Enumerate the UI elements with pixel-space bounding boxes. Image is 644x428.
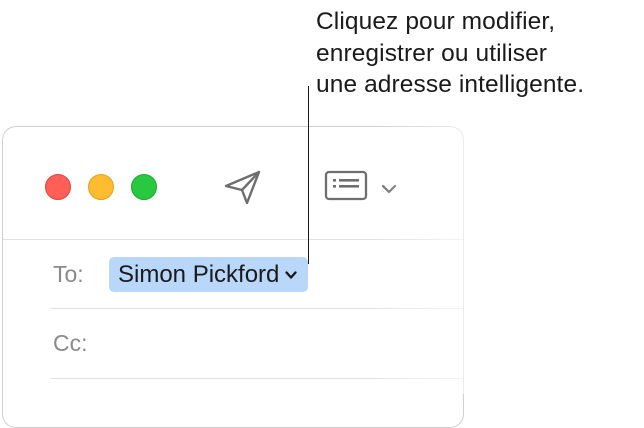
close-window-button[interactable] (45, 174, 71, 200)
zoom-window-button[interactable] (131, 174, 157, 200)
paper-plane-icon (224, 170, 261, 205)
minimize-window-button[interactable] (88, 174, 114, 200)
callout-line: une adresse intelligente. (316, 71, 585, 98)
callout-line: Cliquez pour modifier, (316, 8, 556, 35)
recipient-name: Simon Pickford (118, 260, 280, 288)
to-label: To: (53, 261, 84, 287)
callout-line: enregistrer ou utiliser (316, 39, 548, 67)
callout-text: Cliquez pour modifier, enregistrer ou ut… (316, 6, 640, 101)
header-fields-icon (324, 170, 368, 201)
send-button[interactable] (221, 167, 265, 207)
cc-label: Cc: (53, 330, 88, 356)
recipient-token[interactable]: Simon Pickford (109, 257, 309, 292)
callout-leader-line (308, 86, 310, 264)
window-fade-overlay (372, 118, 644, 394)
chevron-down-icon[interactable] (284, 268, 298, 282)
